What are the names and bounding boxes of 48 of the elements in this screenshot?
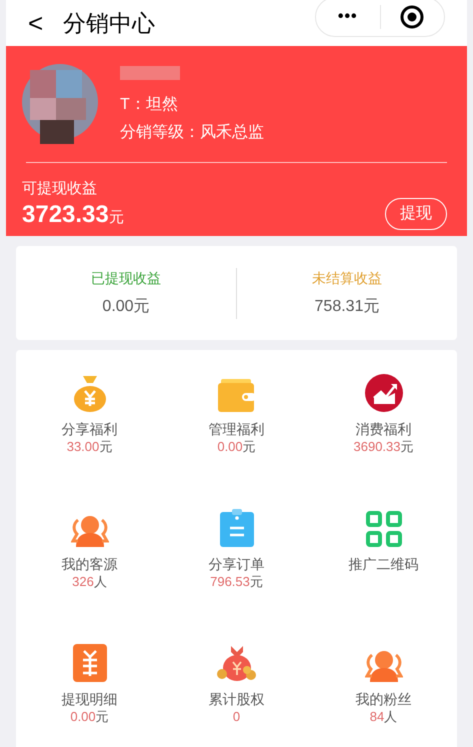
menu-label: 分享福利 bbox=[62, 420, 118, 438]
menu-label: 我的客源 bbox=[62, 555, 118, 573]
receipt-icon bbox=[72, 644, 106, 682]
menu-item[interactable]: 分享订单 796.53元 bbox=[163, 505, 310, 640]
menu-value: 0 bbox=[232, 708, 240, 726]
clipboard-icon bbox=[220, 509, 254, 547]
menu-label: 提现明细 bbox=[62, 690, 118, 708]
wallet-icon bbox=[218, 378, 256, 412]
stat-label: 已提现收益 bbox=[91, 268, 161, 288]
menu-value: 3690.33元 bbox=[354, 438, 414, 456]
menu-item[interactable]: 提现明细 0.00元 bbox=[16, 640, 163, 747]
stat-value: 758.31元 bbox=[314, 296, 380, 316]
menu-value: 33.00元 bbox=[66, 438, 112, 456]
people-icon bbox=[364, 650, 402, 682]
menu-value: 0.00元 bbox=[217, 438, 256, 456]
menu-item[interactable]: 我的客源 326人 bbox=[16, 505, 163, 640]
stat-label: 未结算收益 bbox=[312, 268, 382, 288]
menu-value: 796.53元 bbox=[210, 573, 263, 591]
people-icon bbox=[70, 515, 108, 547]
blurred-name bbox=[120, 66, 180, 80]
menu-item[interactable]: 我的粉丝 84人 bbox=[310, 640, 457, 747]
team-label: T：坦然 bbox=[120, 95, 179, 115]
menu-label: 我的粉丝 bbox=[356, 690, 412, 708]
menu-label: 管理福利 bbox=[208, 420, 264, 438]
menu-label: 分享订单 bbox=[208, 555, 264, 573]
level-label: 分销等级：风禾总监 bbox=[120, 122, 264, 143]
money-bag-icon bbox=[72, 374, 108, 412]
more-button[interactable]: ••• bbox=[316, 5, 380, 29]
menu-value: 326人 bbox=[72, 573, 107, 591]
menu-item[interactable]: 推广二维码 bbox=[310, 505, 457, 640]
menu-item[interactable]: 累计股权 0 bbox=[163, 640, 310, 747]
menu-label: 累计股权 bbox=[208, 690, 264, 708]
menu-value: 84人 bbox=[370, 708, 398, 726]
menu-item[interactable]: 分享福利 33.00元 bbox=[16, 370, 163, 505]
page-title: 分销中心 bbox=[63, 8, 156, 38]
withdrawable-label: 可提现收益 bbox=[22, 179, 98, 199]
target-icon bbox=[400, 5, 424, 29]
menu-item[interactable]: 管理福利 0.00元 bbox=[163, 370, 310, 505]
lucky-bag-icon bbox=[216, 644, 256, 682]
chart-icon bbox=[364, 374, 402, 412]
menu-label: 推广二维码 bbox=[348, 555, 418, 573]
menu-item[interactable]: 消费福利 3690.33元 bbox=[310, 370, 457, 505]
qr-code-icon bbox=[366, 511, 402, 547]
menu-value: 0.00元 bbox=[70, 708, 109, 726]
stat-value: 0.00元 bbox=[102, 296, 150, 316]
withdrawable-amount: 3723.33元 bbox=[22, 200, 124, 230]
menu-label: 消费福利 bbox=[356, 420, 412, 438]
back-button[interactable]: < bbox=[28, 10, 44, 36]
